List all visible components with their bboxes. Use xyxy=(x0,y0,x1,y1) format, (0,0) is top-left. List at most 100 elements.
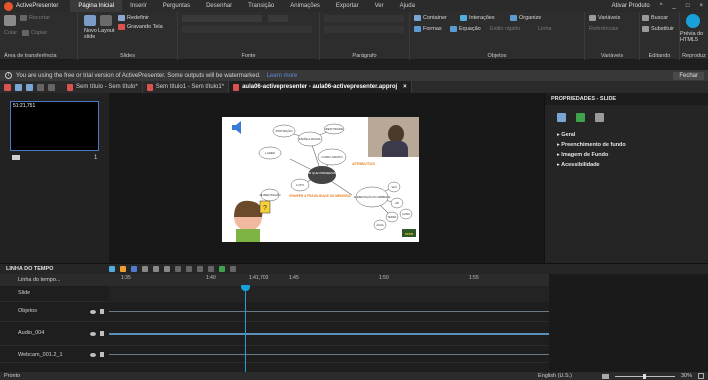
search-button[interactable]: Buscar xyxy=(642,15,668,21)
zoom-slider[interactable] xyxy=(614,373,675,379)
doc-tab-sem-titulo[interactable]: Sem título - Sem título* xyxy=(63,81,143,93)
list-tools[interactable] xyxy=(324,15,404,22)
timeline-select[interactable]: Linha do tempo... xyxy=(18,277,61,283)
play-timeline-icon[interactable] xyxy=(109,266,115,272)
track-webcam[interactable]: Webcam_001.2_1 xyxy=(0,346,549,363)
lock-icon[interactable] xyxy=(100,309,104,314)
audio-waveform[interactable] xyxy=(109,322,549,346)
tab-transicao[interactable]: Transição xyxy=(240,0,282,12)
track-slide[interactable]: Slide xyxy=(0,286,549,302)
close-tab-icon[interactable]: × xyxy=(403,84,407,90)
lock-icon[interactable] xyxy=(100,331,104,336)
forms-button[interactable]: Formas xyxy=(414,26,442,32)
marker-icon[interactable] xyxy=(197,266,203,272)
prop-section-fill[interactable]: ▸ Preenchimento de fundo xyxy=(545,140,708,150)
tab-pagina-inicial[interactable]: Página Inicial xyxy=(70,0,123,12)
paste-button[interactable] xyxy=(4,15,16,26)
cut-button[interactable]: Recortar xyxy=(20,15,50,21)
doc-tab-aula06[interactable]: aula06-activepresenter - aula06-activepr… xyxy=(229,81,412,93)
zoom-fit-icon[interactable] xyxy=(164,266,170,272)
more-tools-icon[interactable] xyxy=(230,266,236,272)
prop-section-accessibility[interactable]: ▸ Acessibilidade xyxy=(545,160,708,170)
preview-icon-wrap[interactable] xyxy=(686,14,700,28)
zoom-out-icon[interactable] xyxy=(153,266,159,272)
layout-icon-wrap[interactable] xyxy=(100,15,112,26)
learn-more-link[interactable]: Learn more xyxy=(267,73,298,79)
webcam-overlay[interactable] xyxy=(368,117,419,157)
group-paragraph: Parágrafo xyxy=(320,12,410,60)
document-icon xyxy=(233,83,240,91)
view-mode-icon[interactable] xyxy=(601,373,609,379)
copy-button[interactable]: Copiar xyxy=(22,30,47,36)
line-button[interactable]: Linha xyxy=(538,26,551,32)
font-format-tools[interactable] xyxy=(182,26,312,33)
split-icon[interactable] xyxy=(175,266,181,272)
paste-label-item[interactable]: Colar xyxy=(4,30,17,36)
slide-props-icon[interactable] xyxy=(557,113,566,122)
container-button[interactable]: Container xyxy=(414,15,447,21)
tab-inserir[interactable]: Inserir xyxy=(122,0,155,12)
references-button[interactable]: Referências xyxy=(589,26,618,32)
timeline-top-row[interactable]: Linha do tempo... xyxy=(0,274,109,286)
tab-perguntas[interactable]: Perguntas xyxy=(155,0,198,12)
track-objects[interactable]: Objetos xyxy=(0,302,549,322)
visibility-eye-icon[interactable] xyxy=(90,310,96,314)
lock-icon[interactable] xyxy=(100,352,104,357)
playhead-line[interactable] xyxy=(245,286,246,372)
status-bar: Pronto English (U.S.) 30% xyxy=(0,372,708,380)
transition-props-icon[interactable] xyxy=(576,113,585,122)
quick-style-button[interactable]: Estilo rápido xyxy=(490,26,520,32)
variables-button[interactable]: Variáveis xyxy=(589,15,620,21)
equation-button[interactable]: Equação xyxy=(450,26,481,32)
zoom-slider-knob[interactable] xyxy=(642,373,646,379)
track-audio[interactable]: Audio_004 xyxy=(0,322,549,346)
zoom-in-icon[interactable] xyxy=(142,266,148,272)
replace-button[interactable]: Substituir xyxy=(642,26,674,32)
teacher-illustration: ? xyxy=(234,200,271,242)
preview-html5-button[interactable]: Prévia do HTML5 xyxy=(680,31,708,43)
app-menu-icon[interactable] xyxy=(4,83,11,91)
visibility-eye-icon[interactable] xyxy=(90,332,96,336)
activate-product-link[interactable]: Ativar Produto xyxy=(607,3,655,9)
new-slide-icon-wrap[interactable] xyxy=(84,15,96,26)
prop-section-general[interactable]: ▸ Geral xyxy=(545,130,708,140)
stop-icon[interactable] xyxy=(131,266,137,272)
doc-tab-sem-titulo1[interactable]: Sem título1 - Sem título1* xyxy=(143,81,230,93)
redo-icon[interactable] xyxy=(48,83,55,91)
layout-button[interactable]: Layout xyxy=(98,28,115,34)
close-notice-button[interactable]: Fechar xyxy=(673,71,704,80)
maximize-button[interactable]: □ xyxy=(681,3,695,9)
save-icon[interactable] xyxy=(15,83,22,91)
audio-tools-icon[interactable] xyxy=(208,266,214,272)
shapes-icon xyxy=(414,26,421,32)
undo-icon[interactable] xyxy=(37,83,44,91)
tab-exportar[interactable]: Exportar xyxy=(328,0,367,12)
fit-window-icon[interactable] xyxy=(698,373,704,379)
size-props-icon[interactable] xyxy=(595,113,604,122)
interactions-button[interactable]: Interações xyxy=(460,15,495,21)
minimize-button[interactable]: _ xyxy=(668,3,681,9)
slide-thumbnail[interactable]: 51:21,751 xyxy=(10,101,99,151)
slide-content[interactable]: POR QUE PRESERVAR? PROTEÇÃO FAMÍLIA RURA… xyxy=(222,117,419,242)
timeline-ruler[interactable]: 1:35 1:40 1:41,703 1:45 1:50 1:55 xyxy=(109,274,549,286)
prop-section-bg-image[interactable]: ▸ Imagem de Fundo xyxy=(545,150,708,160)
app-name[interactable]: ActivePresenter xyxy=(16,3,58,9)
record-screen-button[interactable]: Gravando Tela xyxy=(118,24,163,30)
language-indicator[interactable]: English (U.S.) xyxy=(538,373,572,379)
tab-desenhar[interactable]: Desenhar xyxy=(198,0,240,12)
redefine-button[interactable]: Redefinir xyxy=(118,15,149,21)
font-size-select[interactable] xyxy=(268,15,288,22)
close-window-button[interactable]: × xyxy=(694,3,708,9)
tab-animacoes[interactable]: Animações xyxy=(282,0,328,12)
cut-range-icon[interactable] xyxy=(186,266,192,272)
organize-button[interactable]: Organize xyxy=(510,15,541,21)
visibility-eye-icon[interactable] xyxy=(90,353,96,357)
align-tools[interactable] xyxy=(324,26,404,33)
tab-ajuda[interactable]: Ajuda xyxy=(392,0,423,12)
caption-icon[interactable] xyxy=(219,266,225,272)
save-all-icon[interactable] xyxy=(26,83,33,91)
collapse-ribbon-icon[interactable]: ^ xyxy=(655,3,668,9)
font-family-select[interactable] xyxy=(182,15,262,22)
tab-ver[interactable]: Ver xyxy=(367,0,392,12)
step-icon[interactable] xyxy=(120,266,126,272)
